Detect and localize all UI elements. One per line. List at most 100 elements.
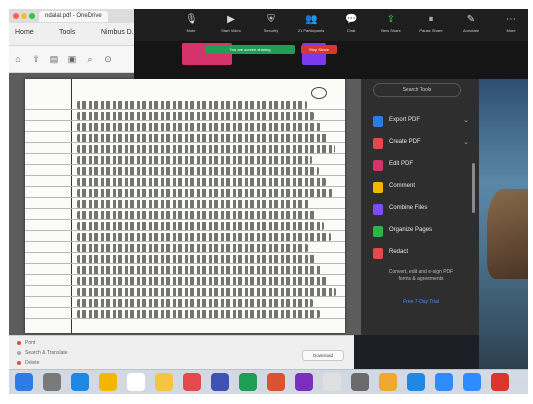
ruled-line: [25, 197, 345, 198]
panel-item[interactable]: Search & Translate: [17, 350, 68, 356]
handwriting-line: [77, 167, 319, 175]
handwriting-line: [77, 266, 322, 274]
print-icon[interactable]: ▤: [49, 54, 59, 64]
page-number-mark: [311, 87, 327, 99]
comment-icon: [373, 182, 383, 193]
creative-cloud-icon[interactable]: [183, 373, 201, 391]
panel-item[interactable]: Print: [17, 340, 35, 346]
calendar-icon[interactable]: [127, 373, 145, 391]
settings-icon[interactable]: [351, 373, 369, 391]
zoom-meeting-icon[interactable]: [463, 373, 481, 391]
launchpad-icon[interactable]: [43, 373, 61, 391]
ruled-line: [25, 175, 345, 176]
menu-home[interactable]: Home: [15, 29, 34, 36]
redact-icon: [373, 248, 383, 259]
stop-share-button[interactable]: Stop Share: [301, 45, 337, 54]
tool-item[interactable]: Edit PDF: [373, 159, 473, 173]
handwriting-line: [77, 244, 308, 252]
handwriting-line: [77, 156, 312, 164]
chevron-down-icon[interactable]: ⌄: [463, 138, 469, 146]
notes-icon[interactable]: [155, 373, 173, 391]
ruled-line: [25, 241, 345, 242]
powerpoint-icon[interactable]: [267, 373, 285, 391]
tool-item[interactable]: Create PDF ⌄: [373, 137, 473, 151]
macos-dock: [9, 369, 528, 394]
tool-label: Comment: [389, 183, 416, 189]
zoom-participants-button[interactable]: 👥 21 Participants: [294, 13, 328, 39]
tools-promo-text: Convert, edit and e-sign PDF forms & agr…: [388, 269, 454, 282]
wallpaper-cliff: [487, 189, 528, 279]
menu-tools[interactable]: Tools: [59, 29, 75, 36]
teams-icon[interactable]: [211, 373, 229, 391]
handwriting-line: [77, 233, 331, 241]
free-trial-link[interactable]: Free 7-Day Trial: [383, 299, 459, 305]
excel-icon[interactable]: [239, 373, 257, 391]
share-icon: ⇪: [386, 14, 396, 25]
tool-label: Redact: [389, 249, 409, 255]
organize-icon: [373, 226, 383, 237]
ruled-line: [25, 252, 345, 253]
zoom-icon[interactable]: ⊙: [103, 54, 113, 64]
finder-icon[interactable]: [15, 373, 33, 391]
tool-item[interactable]: Export PDF ⌄: [373, 115, 473, 129]
zoom-button-label: More: [506, 28, 516, 33]
ruled-line: [25, 230, 345, 231]
zoom-button-label: Security: [263, 28, 279, 33]
zoom-annotate-button[interactable]: ✎ Annotate: [454, 13, 488, 39]
ruled-line: [25, 263, 345, 264]
page-margin-line: [71, 79, 72, 333]
tool-item[interactable]: Redact: [373, 247, 473, 261]
close-window-icon[interactable]: [13, 13, 19, 19]
files-icon[interactable]: [379, 373, 397, 391]
save-icon[interactable]: ▣: [67, 54, 77, 64]
menu-document[interactable]: Nimbus D...: [101, 29, 138, 36]
tools-search[interactable]: Search Tools: [373, 83, 461, 97]
tools-scrollbar[interactable]: [472, 163, 475, 213]
zoom-security-button[interactable]: ⛨ Security: [254, 13, 288, 39]
chrome-icon[interactable]: [99, 373, 117, 391]
zoom-button-label: 21 Participants: [297, 28, 325, 33]
handwriting-line: [77, 189, 333, 197]
document-tab[interactable]: ndalal.pdf - OneDrive: [39, 11, 108, 22]
zoom-button-label: Start Video: [221, 28, 241, 33]
zoom-chat-button[interactable]: 💬 Chat: [334, 13, 368, 39]
tool-item[interactable]: Combine Files: [373, 203, 473, 217]
document-area: [9, 73, 361, 335]
handwriting-line: [77, 112, 314, 120]
tool-item[interactable]: Comment: [373, 181, 473, 195]
download-button[interactable]: Download: [302, 350, 344, 361]
create-pdf-icon: [373, 138, 383, 149]
handwriting-line: [77, 211, 317, 219]
search-icon[interactable]: ⌕: [85, 54, 95, 64]
safari-icon[interactable]: [71, 373, 89, 391]
panel-item[interactable]: Delete: [17, 360, 39, 366]
screen: ndalal.pdf - OneDrive Home Tools Nimbus …: [9, 9, 528, 394]
tool-item[interactable]: Organize Pages: [373, 225, 473, 239]
handwriting-line: [77, 222, 324, 230]
upload-icon[interactable]: ⇪: [31, 54, 41, 64]
shield-icon: ⛨: [267, 14, 275, 25]
zoom-unmute-button[interactable]: 🎙 Mute: [174, 13, 208, 39]
zoom-more-button[interactable]: ⋯ More: [494, 13, 528, 39]
zoom-pause-button[interactable]: ⏸ Pause Share: [414, 13, 448, 39]
appstore-icon[interactable]: [407, 373, 425, 391]
acrobat-icon[interactable]: [491, 373, 509, 391]
zoom-video-button[interactable]: ▶ Start Video: [214, 13, 248, 39]
zoom-icon[interactable]: [435, 373, 453, 391]
export-pdf-icon: [373, 116, 383, 127]
chevron-down-icon[interactable]: ⌄: [463, 116, 469, 124]
people-icon: 👥: [305, 14, 318, 25]
handwriting-line: [77, 299, 313, 307]
zoom-share-button[interactable]: ⇪ New Share: [374, 13, 408, 39]
zoom-button-label: Mute: [186, 28, 196, 33]
tool-label: Combine Files: [389, 205, 428, 211]
onenote-icon[interactable]: [295, 373, 313, 391]
minimize-window-icon[interactable]: [21, 13, 27, 19]
photos-icon[interactable]: [323, 373, 341, 391]
more-icon: ⋯: [506, 14, 516, 25]
ruled-line: [25, 296, 345, 297]
home-icon[interactable]: ⌂: [13, 54, 23, 64]
ruled-line: [25, 208, 345, 209]
ruled-line: [25, 274, 345, 275]
maximize-window-icon[interactable]: [29, 13, 35, 19]
